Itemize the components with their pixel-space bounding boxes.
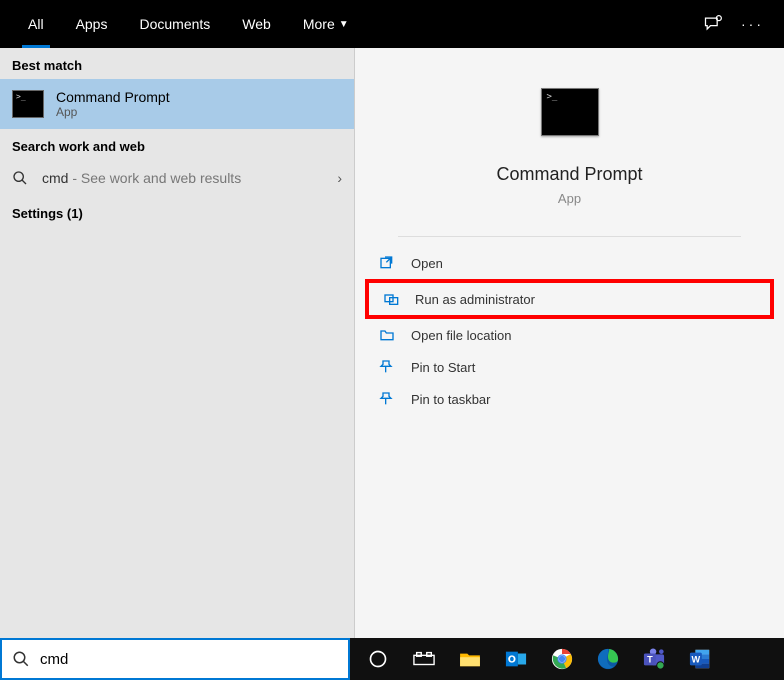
section-best-match: Best match <box>0 48 354 79</box>
taskbar: T W <box>0 638 784 680</box>
divider <box>398 236 741 237</box>
svg-text:T: T <box>647 655 653 665</box>
action-pin-to-taskbar[interactable]: Pin to taskbar <box>365 383 774 415</box>
best-match-result[interactable]: Command Prompt App <box>0 79 354 129</box>
taskbar-search[interactable] <box>0 638 350 680</box>
action-open[interactable]: Open <box>365 247 774 279</box>
action-pin-to-start[interactable]: Pin to Start <box>365 351 774 383</box>
teams-button[interactable]: T <box>632 638 676 680</box>
action-open-file-location[interactable]: Open file location <box>365 319 774 351</box>
command-prompt-icon <box>541 88 599 136</box>
preview-title: Command Prompt <box>496 164 642 185</box>
folder-icon <box>379 327 397 343</box>
feedback-icon[interactable] <box>703 14 723 34</box>
action-label: Open file location <box>411 328 511 343</box>
chevron-down-icon: ▼ <box>339 19 349 30</box>
pin-icon <box>379 359 397 375</box>
command-prompt-icon <box>12 90 44 118</box>
tab-label: All <box>28 16 44 32</box>
file-explorer-button[interactable] <box>448 638 492 680</box>
shield-admin-icon <box>383 291 401 307</box>
action-label: Open <box>411 256 443 271</box>
tab-more[interactable]: More ▼ <box>287 0 365 48</box>
svg-text:W: W <box>692 655 701 665</box>
action-label: Pin to taskbar <box>411 392 491 407</box>
tab-documents[interactable]: Documents <box>123 0 226 48</box>
search-filter-tabs: All Apps Documents Web More ▼ ··· <box>0 0 784 48</box>
pin-icon <box>379 391 397 407</box>
tab-label: Web <box>242 16 271 32</box>
result-title: Command Prompt <box>56 89 170 105</box>
tab-label: Documents <box>139 16 210 32</box>
tab-label: Apps <box>76 16 108 32</box>
search-input[interactable] <box>40 651 338 668</box>
search-icon <box>12 650 30 668</box>
tab-label: More <box>303 16 335 32</box>
more-options-icon[interactable]: ··· <box>741 16 764 32</box>
section-settings[interactable]: Settings (1) <box>0 196 354 227</box>
section-search-work-web: Search work and web <box>0 129 354 160</box>
search-web-text: cmd - See work and web results <box>42 170 325 186</box>
search-web-result[interactable]: cmd - See work and web results › <box>0 160 354 196</box>
action-label: Run as administrator <box>415 292 535 307</box>
tab-web[interactable]: Web <box>226 0 287 48</box>
preview-subtitle: App <box>558 191 581 206</box>
cortana-button[interactable] <box>356 638 400 680</box>
search-icon <box>12 170 30 186</box>
task-view-button[interactable] <box>402 638 446 680</box>
tab-apps[interactable]: Apps <box>60 0 124 48</box>
chrome-button[interactable] <box>540 638 584 680</box>
action-label: Pin to Start <box>411 360 475 375</box>
action-run-as-administrator[interactable]: Run as administrator <box>365 279 774 319</box>
word-button[interactable]: W <box>678 638 722 680</box>
edge-button[interactable] <box>586 638 630 680</box>
chevron-right-icon: › <box>337 170 342 186</box>
preview-pane: Command Prompt App Open Run as administr… <box>355 48 784 638</box>
result-subtitle: App <box>56 105 170 119</box>
tab-all[interactable]: All <box>12 0 60 48</box>
outlook-button[interactable] <box>494 638 538 680</box>
open-icon <box>379 255 397 271</box>
results-pane: Best match Command Prompt App Search wor… <box>0 48 355 638</box>
